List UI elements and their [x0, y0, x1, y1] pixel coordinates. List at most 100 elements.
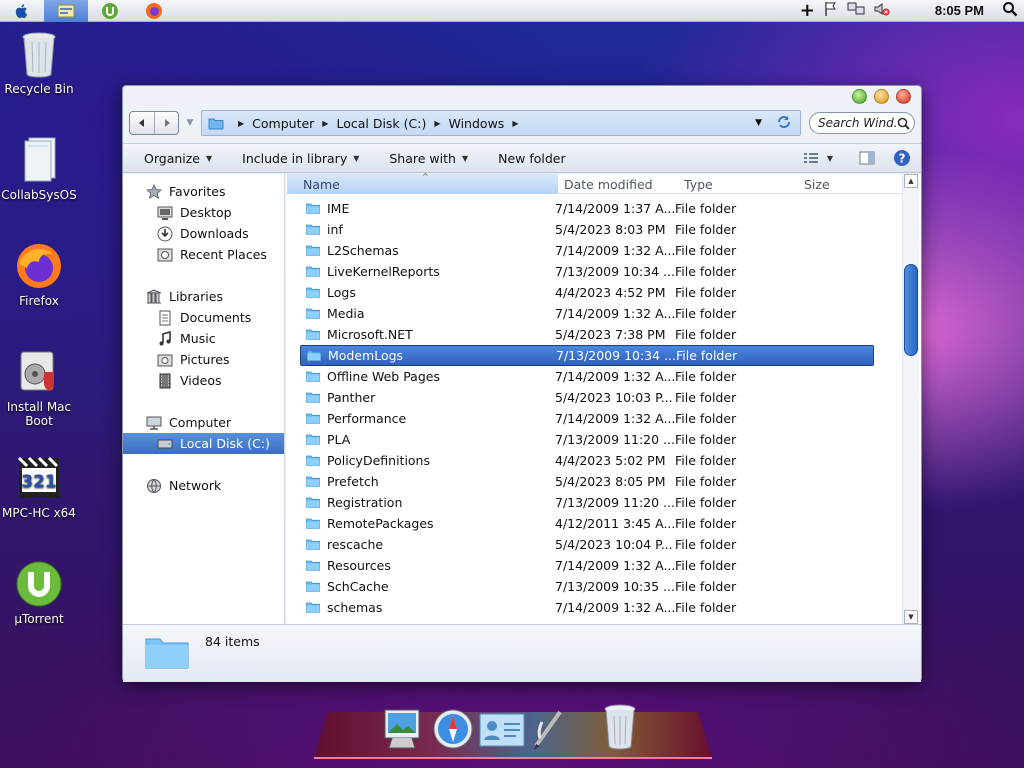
forward-button[interactable]	[154, 112, 178, 134]
utorrent-icon[interactable]	[88, 0, 132, 22]
file-name-cell[interactable]: inf	[300, 222, 555, 237]
breadcrumb-separator-icon[interactable]: ▶	[434, 119, 440, 128]
file-name-cell[interactable]: schemas	[300, 600, 555, 615]
nav-downloads[interactable]: Downloads	[123, 223, 284, 244]
table-row[interactable]: ModemLogs 7/13/2009 10:34 ... File folder	[300, 345, 874, 366]
nav-recent-places[interactable]: Recent Places	[123, 244, 284, 265]
desktop-icon-mpc-hc[interactable]: 321 MPC-HC x64	[0, 454, 79, 520]
file-name-cell[interactable]: PLA	[300, 432, 555, 447]
file-name-cell[interactable]: Performance	[300, 411, 555, 426]
view-options-button[interactable]: ▼	[803, 152, 833, 164]
file-name-cell[interactable]: IME	[300, 201, 555, 216]
file-name-cell[interactable]: rescache	[300, 537, 555, 552]
volume-muted-icon[interactable]	[873, 1, 891, 20]
table-row[interactable]: IME 7/14/2009 1:37 A... File folder	[300, 198, 874, 219]
clock[interactable]: 8:05 PM	[935, 3, 984, 18]
table-row[interactable]: LiveKernelReports 7/13/2009 10:34 ... File…	[300, 261, 874, 282]
vertical-scrollbar[interactable]: ▲ ▼	[902, 174, 919, 624]
nav-network[interactable]: Network	[123, 475, 284, 496]
network-icon[interactable]	[847, 1, 865, 20]
address-bar[interactable]: ▶ Computer ▶ Local Disk (C:) ▶ Windows ▶…	[201, 110, 801, 136]
recent-pages-dropdown[interactable]: ▼	[183, 118, 197, 128]
column-header-size[interactable]: Size	[798, 174, 903, 194]
minimize-button[interactable]	[874, 89, 889, 104]
file-name-cell[interactable]: L2Schemas	[300, 243, 555, 258]
nav-local-disk[interactable]: Local Disk (C:)	[123, 433, 284, 454]
spotlight-search-icon[interactable]	[1002, 1, 1018, 20]
scroll-up-arrow-icon[interactable]: ▲	[904, 174, 918, 188]
nav-desktop[interactable]: Desktop	[123, 202, 284, 223]
table-row[interactable]: Offline Web Pages 7/14/2009 1:32 A... File…	[300, 366, 874, 387]
new-folder-button[interactable]: New folder	[498, 151, 566, 166]
file-name-cell[interactable]: Microsoft.NET	[300, 327, 555, 342]
desktop-icon-firefox[interactable]: Firefox	[0, 242, 79, 308]
dock-trash-icon[interactable]	[600, 702, 640, 755]
table-row[interactable]: SchCache 7/13/2009 10:35 ... File folder	[300, 576, 874, 597]
nav-videos[interactable]: Videos	[123, 370, 284, 391]
table-row[interactable]: Performance 7/14/2009 1:32 A... File folde…	[300, 408, 874, 429]
table-row[interactable]: Resources 7/14/2009 1:32 A... File folder	[300, 555, 874, 576]
nav-pictures[interactable]: Pictures	[123, 349, 284, 370]
file-name-cell[interactable]: Offline Web Pages	[300, 369, 555, 384]
add-icon[interactable]: +	[800, 0, 815, 21]
column-header-date-modified[interactable]: Date modified	[558, 174, 678, 194]
table-row[interactable]: L2Schemas 7/14/2009 1:32 A... File folder	[300, 240, 874, 261]
scroll-down-arrow-icon[interactable]: ▼	[904, 610, 918, 624]
file-name-cell[interactable]: RemotePackages	[300, 516, 555, 531]
nav-computer[interactable]: Computer	[123, 412, 284, 433]
column-header-type[interactable]: Type	[678, 174, 798, 194]
table-row[interactable]: PLA 7/13/2009 11:20 ... File folder	[300, 429, 874, 450]
table-row[interactable]: Media 7/14/2009 1:32 A... File folder	[300, 303, 874, 324]
file-name-cell[interactable]: Panther	[300, 390, 555, 405]
apple-logo-icon[interactable]	[0, 0, 44, 22]
breadcrumb-windows[interactable]: Windows	[449, 116, 505, 131]
file-name-cell[interactable]: Resources	[300, 558, 555, 573]
file-name-cell[interactable]: Registration	[300, 495, 555, 510]
table-row[interactable]: PolicyDefinitions 4/4/2023 5:02 PM File fo…	[300, 450, 874, 471]
breadcrumb-separator-icon[interactable]: ▶	[512, 119, 518, 128]
search-input[interactable]: Search Wind...	[809, 112, 915, 134]
desktop-icon-install-mac-boot[interactable]: Install Mac Boot	[0, 348, 79, 428]
help-button[interactable]: ?	[893, 149, 911, 167]
include-in-library-button[interactable]: Include in library ▼	[242, 151, 359, 166]
maximize-button[interactable]	[852, 89, 867, 104]
file-name-cell[interactable]: PolicyDefinitions	[300, 453, 555, 468]
file-name-cell[interactable]: LiveKernelReports	[300, 264, 555, 279]
table-row[interactable]: RemotePackages 4/12/2011 3:45 A... File fo…	[300, 513, 874, 534]
table-row[interactable]: Microsoft.NET 5/4/2023 7:38 PM File folder	[300, 324, 874, 345]
file-name-cell[interactable]: Logs	[300, 285, 555, 300]
preview-pane-button[interactable]	[859, 151, 875, 165]
address-dropdown-icon[interactable]: ▼	[755, 118, 762, 128]
title-bar[interactable]	[123, 86, 921, 108]
breadcrumb-computer[interactable]: Computer	[252, 116, 314, 131]
pen-tool-icon[interactable]	[528, 708, 568, 755]
share-with-button[interactable]: Share with ▼	[389, 151, 468, 166]
table-row[interactable]: Logs 4/4/2023 4:52 PM File folder	[300, 282, 874, 303]
column-header-name[interactable]: ^ Name	[287, 172, 558, 194]
nav-favorites[interactable]: Favorites	[123, 181, 284, 202]
refresh-icon[interactable]	[776, 115, 792, 132]
organize-button[interactable]: Organize ▼	[144, 151, 212, 166]
desktop-icon-collabsysos[interactable]: CollabSysOS	[0, 136, 79, 202]
close-button[interactable]	[896, 89, 911, 104]
safari-icon[interactable]	[432, 708, 474, 753]
nav-documents[interactable]: Documents	[123, 307, 284, 328]
photo-viewer-icon[interactable]	[382, 706, 424, 753]
contacts-icon[interactable]	[478, 712, 526, 753]
breadcrumb-separator-icon[interactable]: ▶	[238, 119, 244, 128]
table-row[interactable]: inf 5/4/2023 8:03 PM File folder	[300, 219, 874, 240]
flag-icon[interactable]	[823, 1, 839, 20]
table-row[interactable]: rescache 5/4/2023 10:04 P... File folder	[300, 534, 874, 555]
table-row[interactable]: Registration 7/13/2009 11:20 ... File fold…	[300, 492, 874, 513]
desktop-icon-utorrent[interactable]: µTorrent	[0, 560, 79, 626]
file-name-cell[interactable]: ModemLogs	[301, 348, 556, 363]
explorer-icon[interactable]	[44, 0, 88, 22]
file-name-cell[interactable]: Prefetch	[300, 474, 555, 489]
desktop-icon-recycle-bin[interactable]: Recycle Bin	[0, 30, 79, 96]
table-row[interactable]: schemas 7/14/2009 1:32 A... File folder	[300, 597, 874, 618]
nav-libraries[interactable]: Libraries	[123, 286, 284, 307]
breadcrumb-separator-icon[interactable]: ▶	[322, 119, 328, 128]
search-icon[interactable]	[897, 117, 910, 130]
back-button[interactable]	[130, 112, 154, 134]
file-name-cell[interactable]: SchCache	[300, 579, 555, 594]
